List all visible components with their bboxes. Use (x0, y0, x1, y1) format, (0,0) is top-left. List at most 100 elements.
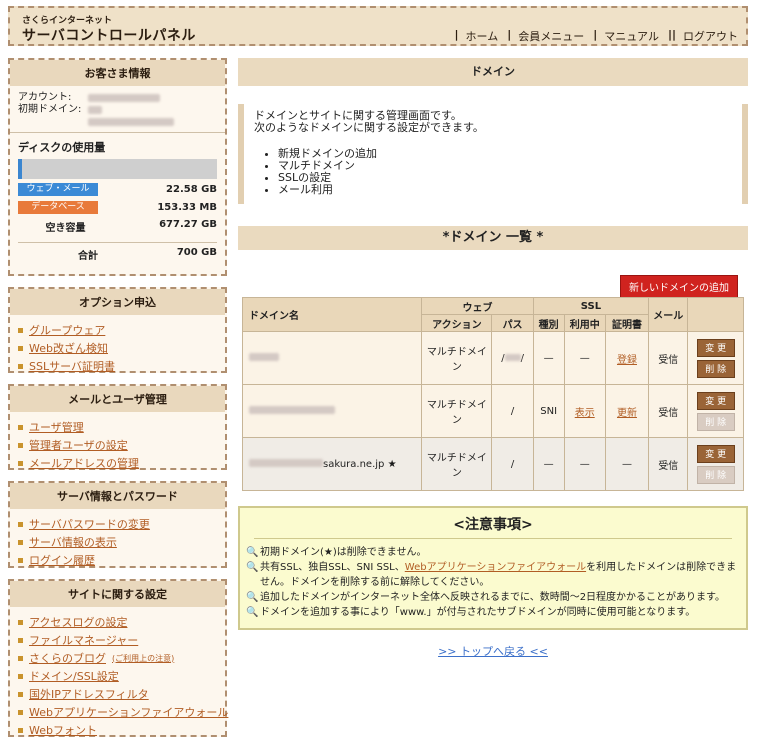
bullet-icon (18, 727, 23, 733)
path-cell: / (491, 384, 534, 438)
sidebar-item-ssl-cert[interactable]: SSLサーバ証明書 (18, 357, 219, 375)
sidebar-link[interactable]: サーバパスワードの変更 (29, 516, 150, 532)
bullet-icon (18, 557, 23, 563)
intro-item: メール利用 (278, 184, 732, 196)
domain-name-redacted (249, 458, 323, 467)
cert-register-link[interactable]: 登録 (617, 355, 637, 366)
sidebar-link[interactable]: サーバ情報の表示 (29, 534, 117, 550)
top-nav: | ホーム | 会員メニュー | マニュアル || ログアウト (454, 28, 738, 44)
search-icon: 🔍 (246, 547, 259, 558)
nav-manual[interactable]: マニュアル (604, 28, 659, 44)
sidebar-item-server-password[interactable]: サーバパスワードの変更 (18, 515, 219, 533)
initial-domain-redacted-2 (88, 118, 174, 126)
bullet-icon (18, 363, 23, 369)
nav-logout[interactable]: ログアウト (683, 28, 738, 44)
mail-cell: 受信 (648, 384, 689, 438)
sidebar-item-file-manager[interactable]: ファイルマネージャー (18, 631, 219, 649)
intro-box: ドメインとサイトに関する管理画面です。 次のようなドメインに関する設定ができます… (238, 104, 748, 204)
server-info-panel: サーバ情報とパスワード サーバパスワードの変更 サーバ情報の表示 ログイン履歴 (8, 481, 227, 568)
sidebar-link[interactable]: グループウェア (29, 322, 105, 338)
path-cell: / / (491, 331, 534, 385)
free-space-value: 677.27 GB (159, 219, 217, 230)
add-domain-button[interactable]: 新しいドメインの追加 (620, 275, 738, 298)
blog-note-link[interactable]: (ご利用上の注意) (112, 653, 174, 664)
delete-button[interactable]: 削 除 (696, 359, 735, 378)
web-mail-value: 22.58 GB (166, 184, 217, 195)
nav-home[interactable]: ホーム (466, 28, 499, 44)
column-header-type: 種別 (532, 314, 565, 332)
sidebar-link[interactable]: さくらのブログ (29, 650, 106, 666)
sidebar-item-access-log[interactable]: アクセスログの設定 (18, 613, 219, 631)
sidebar-link[interactable]: ファイルマネージャー (29, 632, 138, 648)
bullet-icon (18, 691, 23, 697)
sidebar-item-web-tamper[interactable]: Web改ざん検知 (18, 339, 219, 357)
sidebar-item-groupware[interactable]: グループウェア (18, 321, 219, 339)
sidebar-item-domain-ssl[interactable]: ドメイン/SSL設定 (18, 667, 219, 685)
change-button[interactable]: 変 更 (696, 391, 735, 410)
sidebar-item-waf[interactable]: Webアプリケーションファイアウォール (18, 703, 228, 721)
search-icon: 🔍 (246, 607, 259, 618)
customer-info-panel: お客さま情報 アカウント: 初期ドメイン: ディスクの使用量 ウェブ・メール 2… (8, 58, 227, 276)
sidebar-item-admin-user[interactable]: 管理者ユーザの設定 (18, 436, 219, 454)
ssl-cert-cell: 更新 (604, 384, 650, 438)
ssl-type-cell: — (532, 437, 565, 491)
column-header-ssl: SSL (532, 297, 650, 315)
change-button[interactable]: 変 更 (696, 338, 735, 357)
sidebar-link[interactable]: Webアプリケーションファイアウォール (29, 704, 228, 720)
sidebar-item-login-history[interactable]: ログイン履歴 (18, 551, 219, 569)
table-row: マルチドメイン / SNI 表示 更新 受信 変 更 削 除 (241, 384, 744, 438)
ssl-show-link[interactable]: 表示 (575, 408, 595, 419)
nav-member-menu[interactable]: 会員メニュー (518, 28, 584, 44)
star-icon: ★ (387, 458, 397, 470)
sidebar-link[interactable]: ドメイン/SSL設定 (29, 668, 119, 684)
bullet-icon (18, 521, 23, 527)
sidebar-link[interactable]: 国外IPアドレスフィルタ (29, 686, 149, 702)
sidebar-link[interactable]: Webフォント (29, 722, 97, 738)
notice-item: 🔍 ドメインを追加する事により「www.」が付与されたサブドメインが同時に使用可能… (246, 607, 696, 618)
total-value: 700 GB (176, 247, 217, 258)
sidebar-link[interactable]: ログイン履歴 (29, 552, 95, 568)
column-header-web: ウェブ (421, 297, 534, 315)
brand-logo[interactable]: サーバコントロールパネル (22, 25, 196, 45)
action-cell: マルチドメイン (421, 384, 493, 438)
sidebar-item-blog[interactable]: さくらのブログ (ご利用上の注意) (18, 649, 219, 667)
domain-list-title: *ドメイン 一覧 * (238, 226, 748, 250)
sidebar-item-user-management[interactable]: ユーザ管理 (18, 418, 219, 436)
ssl-type-cell: — (532, 331, 565, 385)
notice-item: 🔍 追加したドメインがインターネット全体へ反映されるまでに、数時間〜2日程度かかる… (246, 592, 726, 603)
column-header-path: パス (491, 314, 534, 332)
waf-link[interactable]: Webアプリケーションファイアウォール (405, 562, 586, 573)
sidebar-item-ip-filter[interactable]: 国外IPアドレスフィルタ (18, 685, 219, 703)
domain-name-cell (241, 384, 423, 438)
change-button[interactable]: 変 更 (696, 444, 735, 463)
bullet-icon (18, 637, 23, 643)
domain-suffix: sakura.ne.jp (323, 458, 385, 470)
header: さくらインターネット サーバコントロールパネル | ホーム | 会員メニュー | マニ… (8, 6, 748, 46)
sidebar-link[interactable]: 管理者ユーザの設定 (29, 437, 128, 453)
notice-item: 🔍 初期ドメイン(★)は削除できません。 (246, 547, 427, 558)
sidebar-link[interactable]: SSLサーバ証明書 (29, 358, 115, 374)
ssl-inuse-cell: — (563, 437, 606, 491)
domain-name-cell (241, 331, 423, 385)
customer-info-title: お客さま情報 (10, 60, 225, 86)
column-header-action: アクション (421, 314, 493, 332)
sidebar-link[interactable]: メールアドレスの管理 (29, 455, 139, 471)
ssl-inuse-cell: 表示 (563, 384, 606, 438)
column-header-mail: メール (648, 297, 689, 332)
sidebar-item-server-info[interactable]: サーバ情報の表示 (18, 533, 219, 551)
back-to-top-link[interactable]: >> トップへ戻る << (438, 645, 548, 658)
sidebar-item-web-font[interactable]: Webフォント (18, 721, 219, 739)
free-space-label: 空き容量 (45, 223, 86, 234)
sidebar-item-mail-address[interactable]: メールアドレスの管理 (18, 454, 219, 472)
web-mail-tag: ウェブ・メール (18, 183, 98, 196)
delete-button-disabled: 削 除 (696, 412, 735, 431)
sidebar-link[interactable]: ユーザ管理 (29, 419, 84, 435)
sidebar-link[interactable]: アクセスログの設定 (29, 614, 127, 630)
sidebar-link[interactable]: Web改ざん検知 (29, 340, 108, 356)
action-cell: マルチドメイン (421, 331, 493, 385)
cert-renew-link[interactable]: 更新 (617, 408, 637, 419)
buttons-cell: 変 更 削 除 (687, 331, 744, 385)
search-icon: 🔍 (246, 562, 259, 573)
site-settings-panel: サイトに関する設定 アクセスログの設定 ファイルマネージャー さくらのブログ (ご… (8, 579, 228, 739)
notice-title: <注意事項> (254, 514, 732, 539)
